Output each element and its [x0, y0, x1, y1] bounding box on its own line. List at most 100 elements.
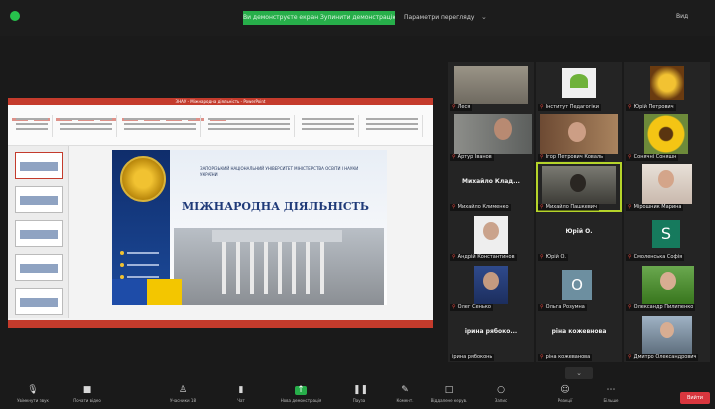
ribbon-group — [56, 115, 117, 137]
participant-tile[interactable]: ⚲ Юрій Петрович — [624, 62, 710, 112]
pause-share-button[interactable]: ❚❚ Пауза — [334, 384, 384, 409]
muted-mic-icon: ⚲ — [628, 204, 632, 210]
muted-mic-icon: ⚲ — [628, 354, 632, 360]
participant-tile[interactable]: ⚲ Олег Сенько — [448, 262, 534, 312]
view-options-button[interactable]: Параметри перегляду — [404, 11, 474, 25]
ribbon-group — [298, 115, 359, 137]
muted-mic-icon: ⚲ — [540, 154, 544, 160]
unmute-button[interactable]: 🎙 Увімкнути звук — [8, 384, 58, 409]
ribbon-group — [362, 115, 423, 137]
muted-mic-icon: ⚲ — [540, 304, 544, 310]
share-screen-icon: ↑ — [295, 386, 307, 395]
university-crest-icon — [120, 156, 166, 202]
slide-thumbnail[interactable] — [15, 288, 63, 315]
pause-icon: ❚❚ — [353, 385, 369, 395]
chat-icon: ▮ — [238, 385, 244, 395]
powerpoint-title-bar: ЗНАУ - Міжнародна діяльність - PowerPoin… — [8, 98, 433, 105]
slide-thumbnail[interactable] — [15, 220, 63, 247]
screen-share-banner[interactable]: Ви демонструєте екран Зупинити демонстра… — [243, 11, 395, 25]
participant-tile[interactable]: S ⚲ Смоленська Софія — [624, 212, 710, 262]
participant-tile[interactable]: ⚲ Леся — [448, 62, 534, 112]
participant-video — [454, 66, 528, 104]
reactions-button[interactable]: ☺ Реакції — [540, 384, 590, 409]
record-icon: ○ — [497, 385, 505, 395]
security-shield-icon[interactable] — [10, 11, 20, 21]
ribbon-group — [120, 115, 201, 137]
slide-thumbnail[interactable] — [15, 152, 63, 179]
remote-control-button[interactable]: □ Віддалене керув. — [424, 384, 474, 409]
muted-mic-icon: ⚲ — [628, 254, 632, 260]
slide-thumbnail[interactable] — [15, 186, 63, 213]
slide-bullet — [120, 242, 162, 255]
participant-tile[interactable]: ⚲ Дмитро Олександрович — [624, 312, 710, 362]
participant-tile[interactable]: ріна кожевнова ⚲ ріна кожеванова — [536, 312, 622, 362]
participant-tile[interactable]: Михайло Клад... ⚲ Михайло Клименко — [448, 162, 534, 212]
chevron-down-icon[interactable]: ⌄ — [481, 13, 487, 21]
new-share-button[interactable]: ↑ Нова демонстрація — [276, 384, 326, 409]
meeting-toolbar: 🎙 Увімкнути звук ■ Почати відео ♙ Учасни… — [0, 384, 715, 409]
annotate-button[interactable]: ✎ Комент. — [380, 384, 430, 409]
participant-avatar: S — [652, 220, 680, 248]
participants-icon: ♙ — [178, 385, 188, 395]
participant-tile[interactable]: ⚲ Андрій Константинов — [448, 212, 534, 262]
participant-tile-active-speaker[interactable]: ⚲ Михайло Пашкевич — [536, 162, 622, 212]
ribbon-tabs — [12, 106, 232, 121]
powerpoint-ribbon — [8, 105, 433, 146]
gallery-next-page-button[interactable]: ⌄ — [565, 367, 593, 379]
participant-tile[interactable]: ⚲ Артур Іванов — [448, 112, 534, 162]
muted-mic-icon: ⚲ — [628, 104, 632, 110]
muted-mic-icon: ⚲ — [452, 254, 456, 260]
annotate-icon: ✎ — [401, 385, 409, 395]
participant-display-name: Михайло Клад... — [462, 178, 520, 185]
more-icon: ⋯ — [606, 385, 616, 395]
flag-stripe — [112, 279, 182, 305]
participant-logo — [650, 66, 684, 100]
muted-mic-icon: ⚲ — [540, 204, 544, 210]
participant-tile[interactable]: Юрій О. ⚲ Юрій О. — [536, 212, 622, 262]
reaction-icon: ☺ — [560, 385, 570, 395]
remote-control-icon: □ — [444, 385, 454, 395]
ribbon-group — [12, 115, 53, 137]
more-button[interactable]: ⋯ Більше — [586, 384, 636, 409]
muted-mic-icon: ⚲ — [628, 154, 632, 160]
participant-display-name: ріна кожевнова — [551, 328, 607, 335]
participant-video — [454, 114, 532, 154]
chat-button[interactable]: ▮ Чат — [216, 384, 266, 409]
meeting-top-bar: Ви демонструєте екран Зупинити демонстра… — [0, 0, 715, 36]
current-slide: ЗАПОРІЗЬКИЙ НАЦІОНАЛЬНИЙ УНІВЕРСИТЕТ МІН… — [112, 150, 387, 305]
participant-display-name: Юрій О. — [565, 228, 593, 235]
muted-mic-icon: ⚲ — [452, 304, 456, 310]
participant-tile[interactable]: ⚲ Олександр Пилипенко — [624, 262, 710, 312]
slide-bullet — [120, 254, 162, 267]
slide-bullet — [120, 266, 162, 279]
participant-avatar: O — [562, 270, 592, 300]
participant-display-name: ірина рябоко... — [464, 328, 518, 335]
start-video-button[interactable]: ■ Почати відео — [62, 384, 112, 409]
participant-tile[interactable]: ⚲ Інститут Педагогіки — [536, 62, 622, 112]
participant-tile[interactable]: O ⚲ Ольга Розумна — [536, 262, 622, 312]
end-meeting-button[interactable]: Вийти — [680, 392, 710, 404]
slide-thumbnail[interactable] — [15, 254, 63, 281]
muted-mic-icon: ⚲ — [452, 204, 456, 210]
participant-tile[interactable]: ⚲ Ігор Петрович Коваль — [536, 112, 622, 162]
muted-mic-icon: ⚲ — [540, 354, 544, 360]
slide-university-name: ЗАПОРІЗЬКИЙ НАЦІОНАЛЬНИЙ УНІВЕРСИТЕТ МІН… — [200, 166, 359, 177]
muted-mic-icon: ⚲ — [452, 104, 456, 110]
muted-mic-icon: ⚲ — [628, 304, 632, 310]
microphone-icon: 🎙 — [27, 385, 39, 395]
view-button[interactable]: Вид — [676, 13, 688, 20]
ribbon-group — [204, 115, 295, 137]
record-button[interactable]: ○ Запис — [476, 384, 526, 409]
muted-mic-icon: ⚲ — [452, 154, 456, 160]
participant-tile[interactable]: ⚲ Сонячні Соняшн — [624, 112, 710, 162]
participant-logo — [644, 114, 688, 154]
participant-tile[interactable]: ірина рябоко... ірина рябоконь — [448, 312, 534, 362]
video-camera-icon: ■ — [82, 385, 92, 395]
participant-tile[interactable]: ⚲ Мірошник Марина — [624, 162, 710, 212]
slide-thumbnails — [8, 146, 69, 318]
participants-button[interactable]: ♙ Учасники 18 — [158, 384, 208, 409]
slide-heading: МІЖНАРОДНА ДІЯЛЬНІСТЬ — [182, 200, 369, 213]
muted-mic-icon: ⚲ — [540, 254, 544, 260]
powerpoint-status-bar — [8, 320, 433, 328]
muted-mic-icon: ⚲ — [540, 104, 544, 110]
